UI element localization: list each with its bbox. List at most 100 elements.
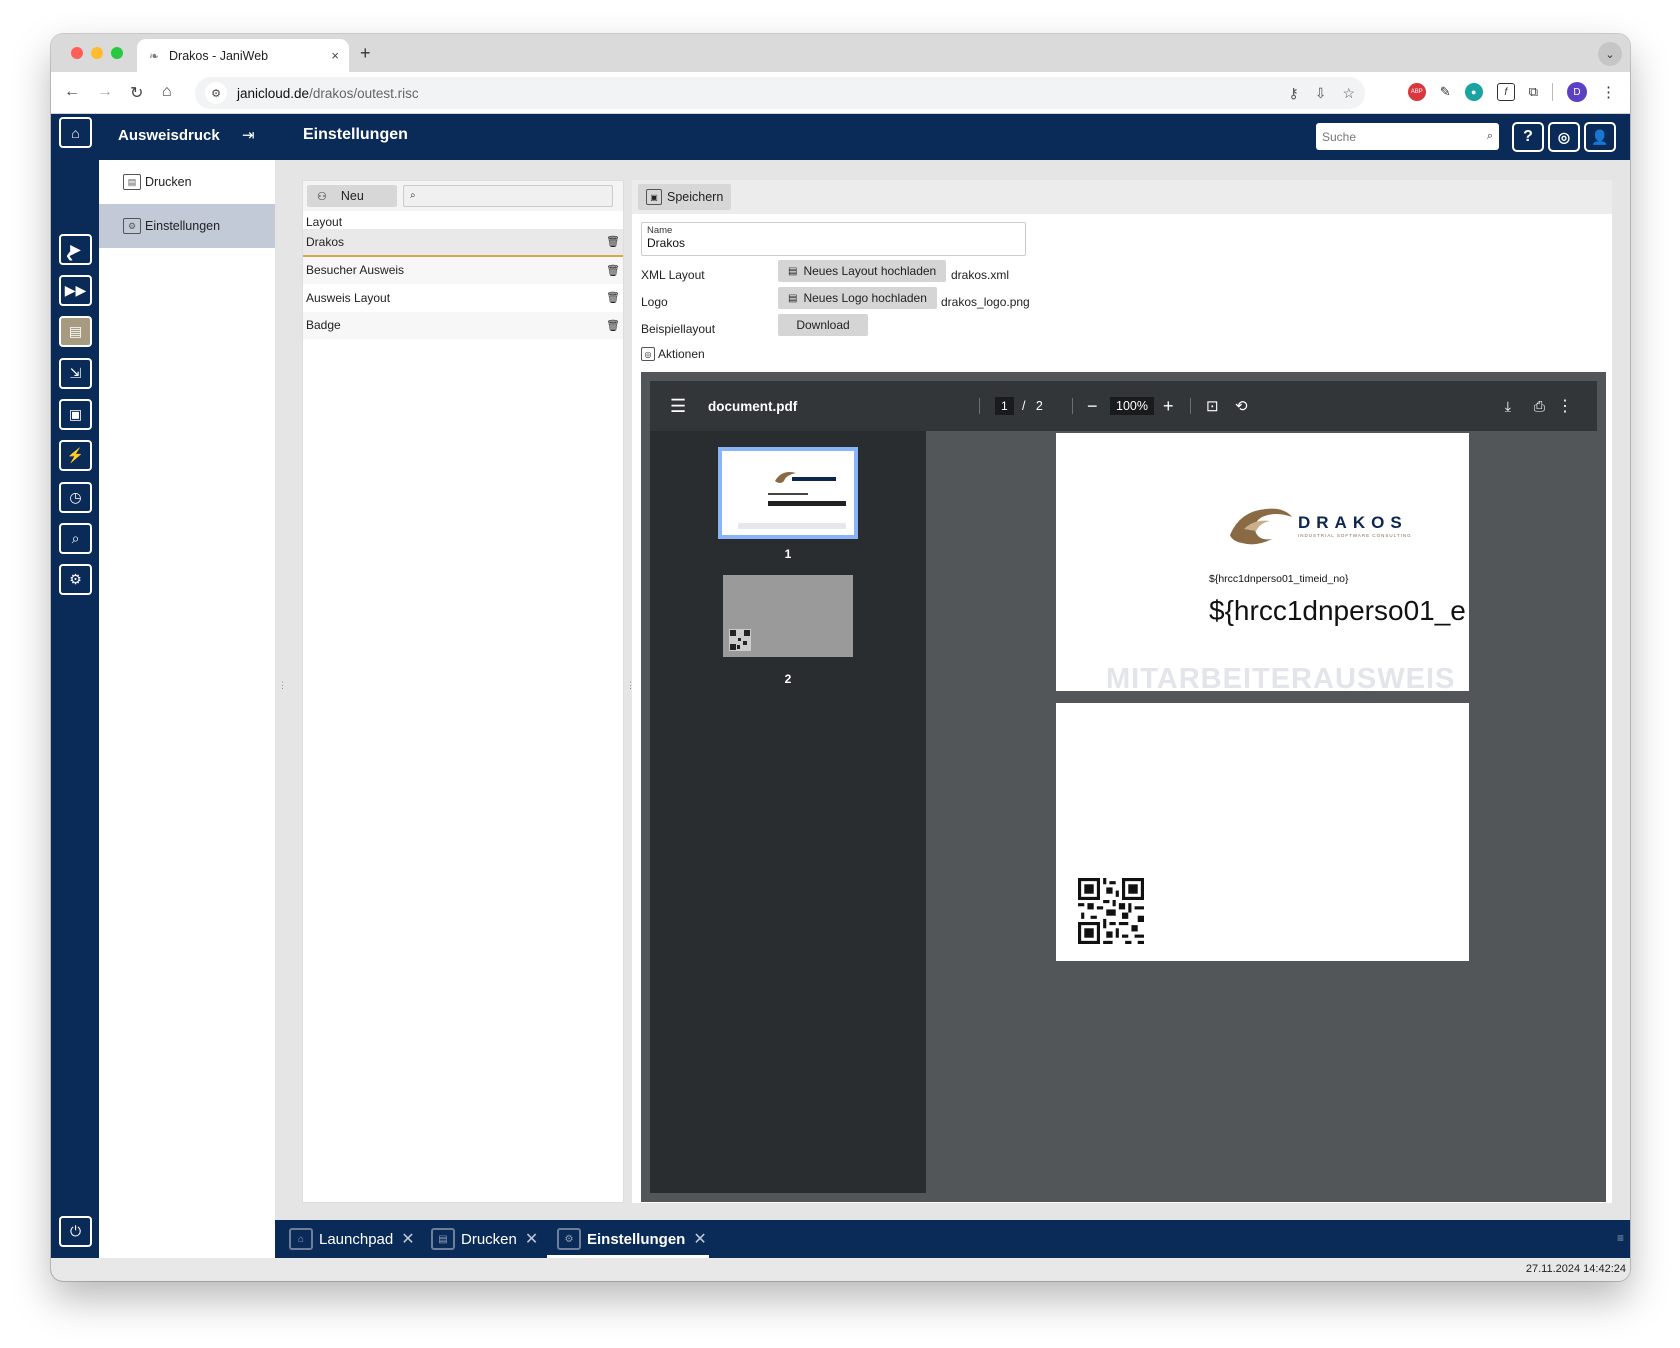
browser-tab[interactable]: ❧ Drakos - JaniWeb ×	[137, 39, 349, 72]
print-icon[interactable]: ⎙	[1534, 398, 1545, 415]
badge-print-rail-icon[interactable]: ▤	[59, 316, 92, 347]
bookmark-star-icon[interactable]: ☆	[1342, 85, 1355, 102]
page-thumbnail-2[interactable]	[723, 575, 853, 657]
actions-label: Aktionen	[658, 347, 705, 361]
toolbar-divider	[1072, 398, 1073, 414]
adblock-icon[interactable]: ABP	[1407, 83, 1426, 101]
layout-row[interactable]: Besucher Ausweis 🗑	[303, 256, 623, 284]
pin-icon[interactable]: ⇥	[242, 126, 255, 144]
close-tab-icon[interactable]: ✕	[401, 1229, 414, 1249]
splitter-handle[interactable]: ⋮	[278, 680, 287, 696]
close-window-button[interactable]	[71, 47, 83, 59]
help-button[interactable]: ?	[1512, 122, 1544, 152]
chat-button[interactable]: ◎	[1548, 122, 1580, 152]
bottom-tab-drucken[interactable]: ▤ Drucken ✕	[431, 1228, 538, 1250]
bottom-tab-einstellungen[interactable]: ⚙ Einstellungen ✕	[557, 1228, 707, 1250]
fast-forward-rail-icon[interactable]: ▶▶	[59, 275, 92, 306]
home-rail-icon[interactable]: ⌂	[59, 117, 92, 148]
zoom-input[interactable]: 100%	[1110, 397, 1154, 415]
id-card-icon: ▤	[788, 292, 798, 304]
close-tab-icon[interactable]: ✕	[525, 1229, 538, 1249]
layout-row[interactable]: Ausweis Layout 🗑	[303, 284, 623, 312]
more-options-icon[interactable]: ⋮	[1557, 396, 1573, 416]
page-number-input[interactable]: 1	[995, 397, 1014, 415]
sidebar-item-einstellungen[interactable]: ⚙ Einstellungen	[99, 204, 275, 248]
pdf-page-2	[1056, 703, 1469, 961]
rotate-icon[interactable]: ⟲	[1235, 397, 1248, 415]
page-thumbnail-1[interactable]	[718, 447, 858, 539]
layout-column-header: Layout	[306, 215, 343, 229]
profile-avatar[interactable]: D	[1567, 82, 1587, 102]
timeid-field-placeholder: ${hrcc1dnperso01_timeid_no}	[1209, 573, 1349, 585]
close-tab-icon[interactable]: ×	[331, 48, 339, 63]
search-rail-icon[interactable]: ⌕	[59, 523, 92, 554]
minimize-window-button[interactable]	[91, 47, 103, 59]
sidebar-item-label: Drucken	[145, 175, 192, 189]
play-rail-icon[interactable]: ▶	[59, 234, 92, 265]
search-input[interactable]: Suche ⌕	[1316, 123, 1499, 150]
thumbnail-label-2: 2	[784, 672, 792, 686]
layout-row[interactable]: Badge 🗑	[303, 311, 623, 339]
xml-layout-label: XML Layout	[641, 268, 705, 282]
new-tab-button[interactable]: +	[360, 43, 371, 64]
thumbnail-label-1: 1	[784, 547, 792, 561]
user-profile-button[interactable]: 👤	[1584, 122, 1616, 152]
install-app-icon[interactable]: ⇩	[1315, 85, 1327, 102]
browser-menu-icon[interactable]: ⋮	[1601, 83, 1616, 101]
back-icon[interactable]: ←	[64, 83, 80, 101]
upload-layout-button[interactable]: ▤ Neues Layout hochladen	[778, 260, 947, 282]
fit-page-icon[interactable]: ⊡	[1206, 397, 1219, 415]
name-field[interactable]: Name Drakos	[641, 222, 1026, 256]
save-icon: ▣	[646, 189, 662, 205]
maximize-window-button[interactable]	[111, 47, 123, 59]
employee-field-placeholder: ${hrcc1dnperso01_e	[1209, 595, 1466, 626]
settings-rail-icon[interactable]: ⚙	[59, 564, 92, 595]
trash-icon[interactable]: 🗑	[606, 291, 620, 304]
search-icon[interactable]: ⌕	[1487, 130, 1493, 143]
zoom-in-icon[interactable]: +	[1163, 396, 1174, 417]
actions-section[interactable]: ◎ Aktionen	[641, 347, 705, 361]
tab-search-chevron-icon[interactable]: ⌄	[1598, 42, 1622, 66]
new-layout-button[interactable]: ⚇ Neu	[307, 185, 397, 207]
trash-icon[interactable]: 🗑	[606, 235, 620, 248]
eyedropper-icon[interactable]: ✎	[1440, 84, 1451, 100]
logo-label: Logo	[641, 295, 668, 309]
page-total: 2	[1035, 399, 1043, 413]
logo-filename: drakos_logo.png	[941, 295, 1030, 309]
running-person-rail-icon[interactable]: ⚡	[59, 440, 92, 471]
timestamp: 27.11.2024 14:42:24	[1525, 1263, 1626, 1275]
sidebar-item-drucken[interactable]: ▤ Drucken	[99, 160, 275, 204]
close-tab-icon[interactable]: ✕	[693, 1229, 706, 1249]
layout-list-panel: ⚇ Neu ⌕ Layout Drakos 🗑 Besucher Ausweis…	[302, 180, 624, 1203]
forward-icon[interactable]: →	[97, 83, 113, 101]
home-icon[interactable]: ⌂	[162, 83, 172, 101]
globe-extension-icon[interactable]: ●	[1464, 83, 1483, 101]
save-button[interactable]: ▣ Speichern	[638, 184, 732, 210]
trash-icon[interactable]: 🗑	[606, 264, 620, 277]
window-controls	[71, 47, 123, 59]
pdf-menu-icon[interactable]: ☰	[670, 396, 686, 417]
power-rail-icon[interactable]: ⏻	[59, 1216, 92, 1247]
pdf-thumbnail-sidebar: 1 2	[650, 431, 926, 1193]
pdf-page-1: DRAKOS INDUSTRIAL SOFTWARE CONSULTING ${…	[1056, 433, 1469, 691]
monitor-rail-icon[interactable]: ▣	[59, 399, 92, 430]
font-extension-icon[interactable]: f	[1496, 83, 1515, 101]
address-bar[interactable]: ⚙ janicloud.de /drakos/outest.risc ⚷ ⇩ ☆	[195, 77, 1365, 109]
clock-rail-icon[interactable]: ◷	[59, 482, 92, 513]
key-icon[interactable]: ⚷	[1288, 85, 1298, 102]
splitter-handle[interactable]: ⋮	[626, 680, 635, 696]
site-info-icon[interactable]: ⚙	[205, 82, 227, 104]
tab-list-menu-icon[interactable]: ≡	[1617, 1231, 1624, 1245]
download-icon[interactable]: ⤓	[1505, 398, 1511, 415]
layout-search-input[interactable]: ⌕	[403, 185, 613, 207]
bottom-tab-launchpad[interactable]: ⌂ Launchpad ✕	[289, 1228, 415, 1250]
layout-row[interactable]: Drakos 🗑	[303, 229, 623, 257]
trash-icon[interactable]: 🗑	[606, 319, 620, 332]
exit-rail-icon[interactable]: ⇲	[59, 358, 92, 389]
upload-logo-button[interactable]: ▤ Neues Logo hochladen	[778, 287, 937, 309]
download-button[interactable]: Download	[778, 314, 868, 336]
extensions-puzzle-icon[interactable]: ⧉	[1529, 84, 1538, 100]
settings-icon: ⚙	[123, 218, 141, 234]
zoom-out-icon[interactable]: −	[1087, 396, 1098, 417]
reload-icon[interactable]: ↻	[130, 83, 143, 103]
